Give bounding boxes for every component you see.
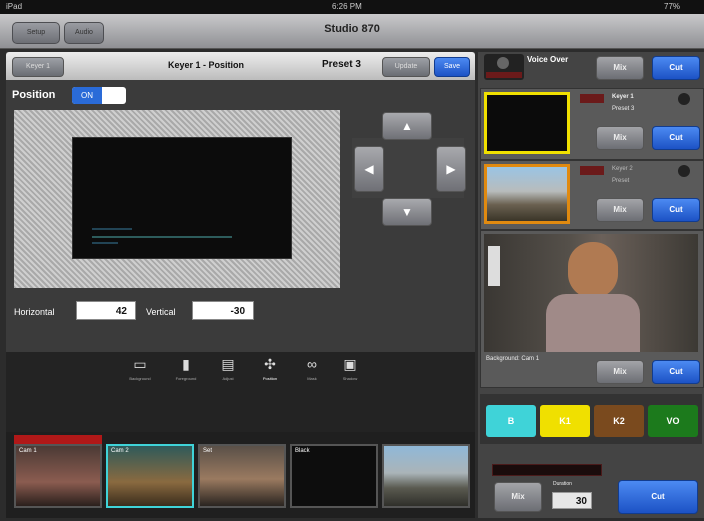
status-bar: iPad 6:26 PM 77% xyxy=(0,0,704,14)
source-thumb-cam1[interactable]: Cam 1 xyxy=(14,444,102,508)
adjust-icon: ▤ xyxy=(221,356,235,372)
keyer2-preset: Preset xyxy=(612,178,630,184)
bg-mix-button[interactable]: Mix xyxy=(596,360,644,384)
tally-bar xyxy=(486,72,522,78)
thumb-caption: Set xyxy=(203,448,213,454)
app-screen: iPad 6:26 PM 77% Setup Audio Studio 870 … xyxy=(0,0,704,521)
tool-label: Background xyxy=(129,376,151,381)
duration-field[interactable]: 30 xyxy=(552,492,592,509)
preset-label: Preset 3 xyxy=(322,59,361,70)
keyer2-name: Keyer 2 xyxy=(612,166,633,172)
vo-button[interactable]: VO xyxy=(648,405,698,437)
move-up-button[interactable]: ▲ xyxy=(382,112,432,140)
position-toggle[interactable]: ON xyxy=(72,87,126,104)
tool-label: Foreground xyxy=(175,376,197,381)
page-title: Studio 870 xyxy=(324,23,380,35)
bg-cut-button[interactable]: Cut xyxy=(652,360,700,384)
k2-button[interactable]: K2 xyxy=(594,405,644,437)
presenter-head xyxy=(568,242,618,298)
source-thumb-cam2[interactable]: Cam 2 xyxy=(106,444,194,508)
settings-icon[interactable] xyxy=(678,93,690,105)
keyer2-mix-button[interactable]: Mix xyxy=(596,198,644,222)
position-label: Position xyxy=(12,89,56,101)
transition-progress xyxy=(492,464,602,476)
mask-icon: ∞ xyxy=(307,356,317,372)
tool-background[interactable]: ▭ Background xyxy=(118,356,162,381)
device-label: iPad xyxy=(6,2,23,11)
k1-button[interactable]: K1 xyxy=(540,405,590,437)
vertical-label: Vertical xyxy=(146,307,176,317)
move-left-button[interactable]: ◀ xyxy=(354,146,384,192)
keyer1-name: Keyer 1 xyxy=(612,94,634,100)
keyer-toolbar: Keyer 1 Keyer 1 - Position Preset 3 Upda… xyxy=(6,52,475,80)
position-icon: ✣ xyxy=(264,356,276,372)
thumb-caption: Cam 1 xyxy=(19,448,37,454)
preview-line xyxy=(92,242,118,244)
key-window[interactable] xyxy=(72,137,292,259)
clock: 6:26 PM xyxy=(332,2,362,11)
door-frame xyxy=(488,246,500,286)
save-button[interactable]: Save xyxy=(434,57,470,77)
tool-label: Shadow xyxy=(342,376,358,381)
source-thumb-street[interactable] xyxy=(382,444,470,508)
tool-adjust[interactable]: ▤ Adjust xyxy=(206,356,250,381)
b-button[interactable]: B xyxy=(486,405,536,437)
presenter-body xyxy=(546,294,640,352)
arrow-up-icon: ▲ xyxy=(401,119,413,133)
preview-line xyxy=(92,236,232,238)
move-down-button[interactable]: ▼ xyxy=(382,198,432,226)
background-icon: ▭ xyxy=(133,356,147,372)
vo-mix-button[interactable]: Mix xyxy=(596,56,644,80)
main-cut-button[interactable]: Cut xyxy=(618,480,698,514)
voice-over-label: Voice Over xyxy=(527,55,569,64)
thumb-caption: Cam 2 xyxy=(111,448,129,454)
record-icon xyxy=(497,57,509,69)
tool-shadow[interactable]: ▣ Shadow xyxy=(328,356,372,381)
tool-label: Position xyxy=(262,376,278,381)
main-mix-button[interactable]: Mix xyxy=(494,482,542,512)
back-to-keyer-button[interactable]: Keyer 1 xyxy=(12,57,64,77)
horizontal-label: Horizontal xyxy=(14,307,55,317)
vertical-field[interactable]: -30 xyxy=(192,301,254,320)
keyer2-cut-button[interactable]: Cut xyxy=(652,198,700,222)
tally-bar xyxy=(580,94,604,103)
thumb-caption: Black xyxy=(295,448,310,454)
vo-cut-button[interactable]: Cut xyxy=(652,56,700,80)
foreground-icon: ▮ xyxy=(182,356,190,372)
background-source-label: Background: Cam 1 xyxy=(486,356,540,362)
move-right-button[interactable]: ▶ xyxy=(436,146,466,192)
duration-label: Duration xyxy=(553,481,572,487)
battery-level: 77% xyxy=(664,2,681,11)
settings-icon[interactable] xyxy=(678,165,690,177)
preview-line xyxy=(92,228,132,230)
arrow-down-icon: ▼ xyxy=(401,205,413,219)
keyer2-preview[interactable] xyxy=(484,164,570,224)
source-thumb-set[interactable]: Set xyxy=(198,444,286,508)
keyer1-preset: Preset 3 xyxy=(612,106,635,112)
tool-position[interactable]: ✣ Position xyxy=(248,356,292,381)
tool-foreground[interactable]: ▮ Foreground xyxy=(164,356,208,381)
keyer1-preview[interactable] xyxy=(484,92,570,154)
keyer1-mix-button[interactable]: Mix xyxy=(596,126,644,150)
nav-bar: Setup Audio Studio 870 xyxy=(0,14,704,49)
arrow-right-icon: ▶ xyxy=(446,162,456,176)
source-thumb-black[interactable]: Black xyxy=(290,444,378,508)
horizontal-field[interactable]: 42 xyxy=(76,301,136,320)
tool-label: Adjust xyxy=(222,376,234,381)
vo-indicator xyxy=(484,54,524,80)
tally-bar xyxy=(580,166,604,175)
update-button[interactable]: Update xyxy=(382,57,430,77)
shadow-icon: ▣ xyxy=(343,356,357,372)
arrow-left-icon: ◀ xyxy=(364,162,374,176)
toggle-on-label: ON xyxy=(72,87,102,104)
keyer-title: Keyer 1 - Position xyxy=(167,60,245,70)
keyer1-cut-button[interactable]: Cut xyxy=(652,126,700,150)
program-preview[interactable] xyxy=(484,234,698,352)
